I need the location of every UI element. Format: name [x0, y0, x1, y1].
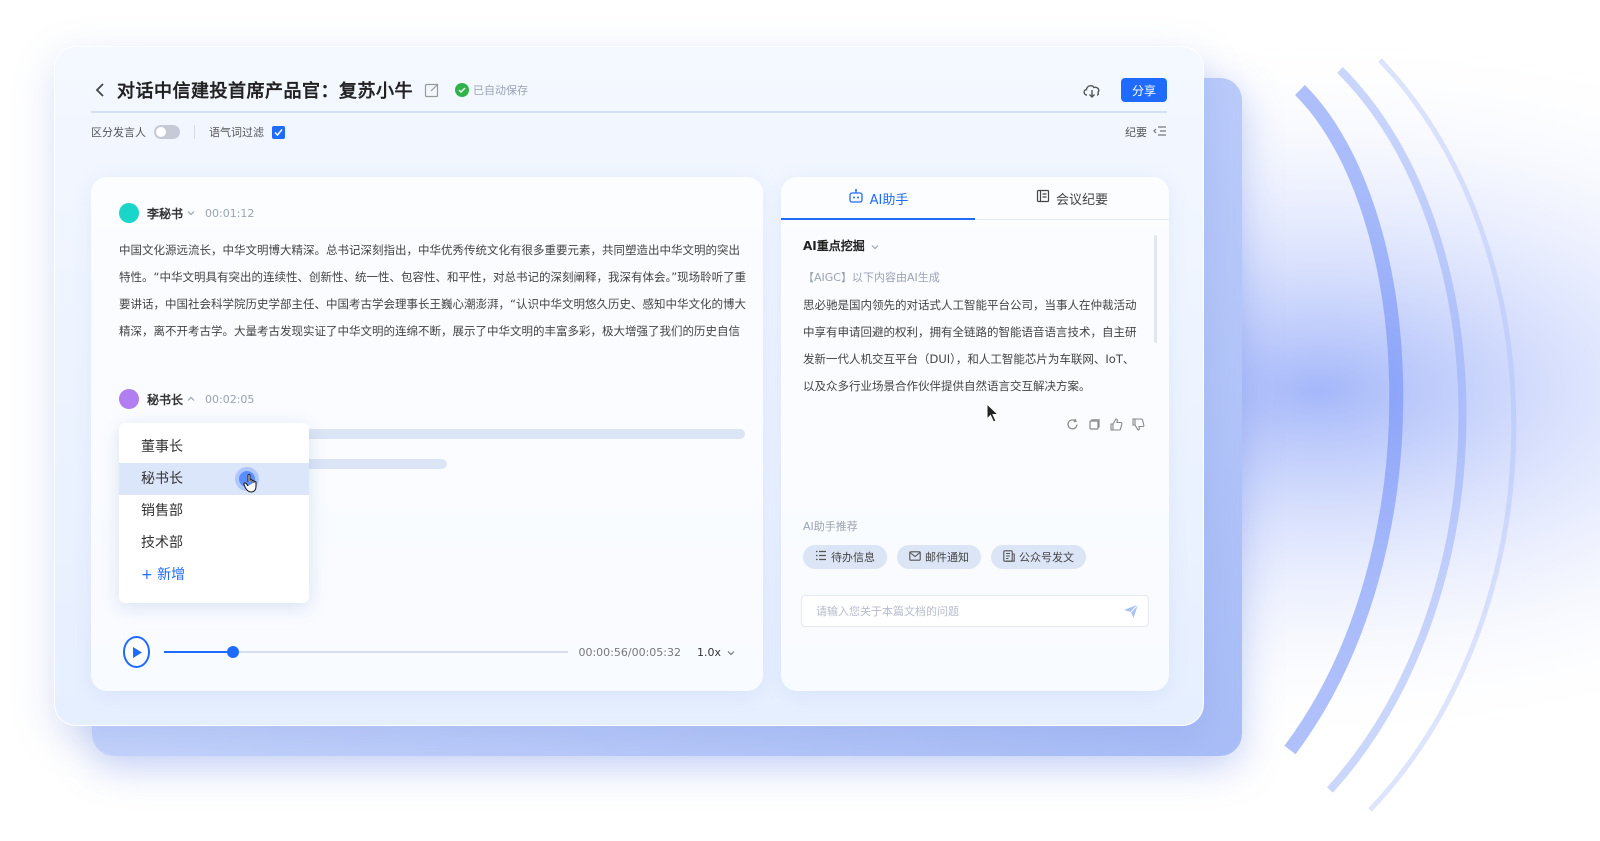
speaker-toggle-label: 区分发言人 [91, 126, 146, 139]
mouse-pointer-icon [986, 402, 1000, 427]
progress-knob[interactable] [226, 646, 239, 658]
hand-pointer-icon [243, 473, 259, 505]
tab-meeting-minutes[interactable]: 会议纪要 [975, 177, 1169, 219]
speaker-row: 秘书长 00:02:05 [119, 389, 254, 409]
play-button[interactable] [123, 636, 151, 668]
recommend-title: AI助手推荐 [803, 520, 858, 533]
avatar [119, 203, 139, 223]
page-title: 对话中信建投首席产品官：复苏小牛 [117, 81, 413, 102]
chevron-down-icon[interactable] [187, 210, 195, 216]
summary-label: 纪要 [1125, 126, 1147, 139]
progress-fill [164, 651, 233, 653]
dropdown-option-chairman[interactable]: 董事长 [119, 431, 309, 463]
save-status: 已自动保存 [455, 82, 528, 98]
scrollbar[interactable] [1154, 235, 1157, 343]
chip-article[interactable]: 公众号发文 [991, 545, 1086, 569]
speaker-name[interactable]: 秘书长 [147, 391, 183, 408]
chip-label: 公众号发文 [1019, 551, 1074, 564]
playback-time: 00:00:56/00:05:32 [578, 645, 681, 659]
header-actions: 分享 [1081, 78, 1167, 102]
question-input[interactable] [801, 595, 1149, 627]
speed-label: 1.0x [696, 645, 721, 659]
filter-checkbox[interactable] [272, 125, 285, 139]
filter-label: 语气词过滤 [209, 126, 264, 139]
refresh-icon[interactable] [1065, 417, 1079, 431]
ai-content: 思必驰是国内领先的对话式人工智能平台公司，当事人在仲裁活动中享有申请回避的权利，… [803, 298, 1137, 393]
dropdown-option-sales[interactable]: 销售部 [119, 495, 309, 527]
tab-label: AI助手 [869, 192, 909, 208]
header-bar: 对话中信建投首席产品官：复苏小牛 已自动保存 分享 [91, 69, 1167, 113]
save-status-text: 已自动保存 [473, 84, 528, 97]
aigc-note: 【AIGC】以下内容由AI生成 [803, 271, 940, 284]
loading-placeholder [301, 429, 745, 439]
tab-label: 会议纪要 [1055, 192, 1108, 208]
dropdown-option-label: 秘书长 [141, 471, 183, 487]
avatar [119, 389, 139, 409]
ai-section-selector[interactable]: AI重点挖掘 [803, 237, 879, 254]
chip-label: 邮件通知 [925, 551, 969, 564]
loading-placeholder [301, 459, 447, 469]
panel-tabs: AI助手 会议纪要 [781, 177, 1169, 220]
send-icon[interactable] [1123, 603, 1139, 623]
transcript-panel: 李秘书 00:01:12 中国文化源远流长，中华文明博大精深。总书记深刻指出，中… [91, 177, 763, 691]
cloud-download-icon[interactable] [1081, 79, 1103, 101]
recommend-chips: 待办信息 邮件通知 公众号发文 [803, 545, 1086, 569]
thumbs-down-icon[interactable] [1131, 417, 1145, 431]
speaker-row: 李秘书 00:01:12 [119, 203, 254, 223]
chevron-down-icon [871, 239, 879, 253]
chevron-left-icon[interactable] [91, 81, 109, 99]
document-icon [1036, 189, 1050, 207]
chevron-up-icon[interactable] [187, 396, 195, 402]
chip-todo[interactable]: 待办信息 [803, 545, 887, 569]
speaker-toggle[interactable] [154, 125, 180, 139]
check-circle-icon [455, 83, 469, 97]
app-window: 对话中信建投首席产品官：复苏小牛 已自动保存 分享 区分发言人 语气词过滤 纪要 [54, 46, 1204, 726]
thumbs-up-icon[interactable] [1109, 417, 1123, 431]
dropdown-option-secretary-general[interactable]: 秘书长 [119, 463, 309, 495]
progress-slider[interactable] [164, 646, 569, 658]
speaker-timestamp: 00:02:05 [205, 392, 255, 406]
share-button[interactable]: 分享 [1121, 78, 1167, 102]
speaker-timestamp: 00:01:12 [205, 206, 255, 220]
chip-email[interactable]: 邮件通知 [897, 545, 981, 569]
ai-section-title: AI重点挖掘 [803, 239, 865, 253]
collapse-panel-icon [1153, 125, 1167, 139]
article-icon [1003, 549, 1015, 565]
chip-label: 待办信息 [831, 551, 875, 564]
summary-toggle[interactable]: 纪要 [1125, 124, 1167, 140]
ai-panel: AI助手 会议纪要 AI重点挖掘 【AIGC】以下内容由AI生成 思必驰是国内领… [781, 177, 1169, 691]
dropdown-option-tech[interactable]: 技术部 [119, 527, 309, 559]
list-icon [815, 550, 827, 564]
edit-icon[interactable] [423, 81, 441, 99]
speed-selector[interactable]: 1.0x [697, 646, 735, 659]
chevron-down-icon [727, 646, 735, 659]
toolbar-divider [194, 125, 195, 139]
audio-player: 00:00:56/00:05:32 1.0x [123, 635, 735, 669]
mail-icon [909, 550, 921, 564]
tab-ai-assistant[interactable]: AI助手 [781, 177, 975, 220]
copy-icon[interactable] [1087, 417, 1101, 431]
ai-actions [1065, 417, 1145, 431]
robot-icon [848, 188, 864, 208]
toolbar: 区分发言人 语气词过滤 纪要 [91, 121, 1167, 143]
transcript-text: 中国文化源远流长，中华文明博大精深。总书记深刻指出，中华优秀传统文化有很多重要元… [119, 243, 747, 338]
dropdown-add-button[interactable]: + 新增 [119, 559, 309, 591]
speaker-name[interactable]: 李秘书 [147, 205, 183, 222]
speaker-dropdown: 董事长 秘书长 销售部 技术部 + 新增 [119, 423, 309, 603]
